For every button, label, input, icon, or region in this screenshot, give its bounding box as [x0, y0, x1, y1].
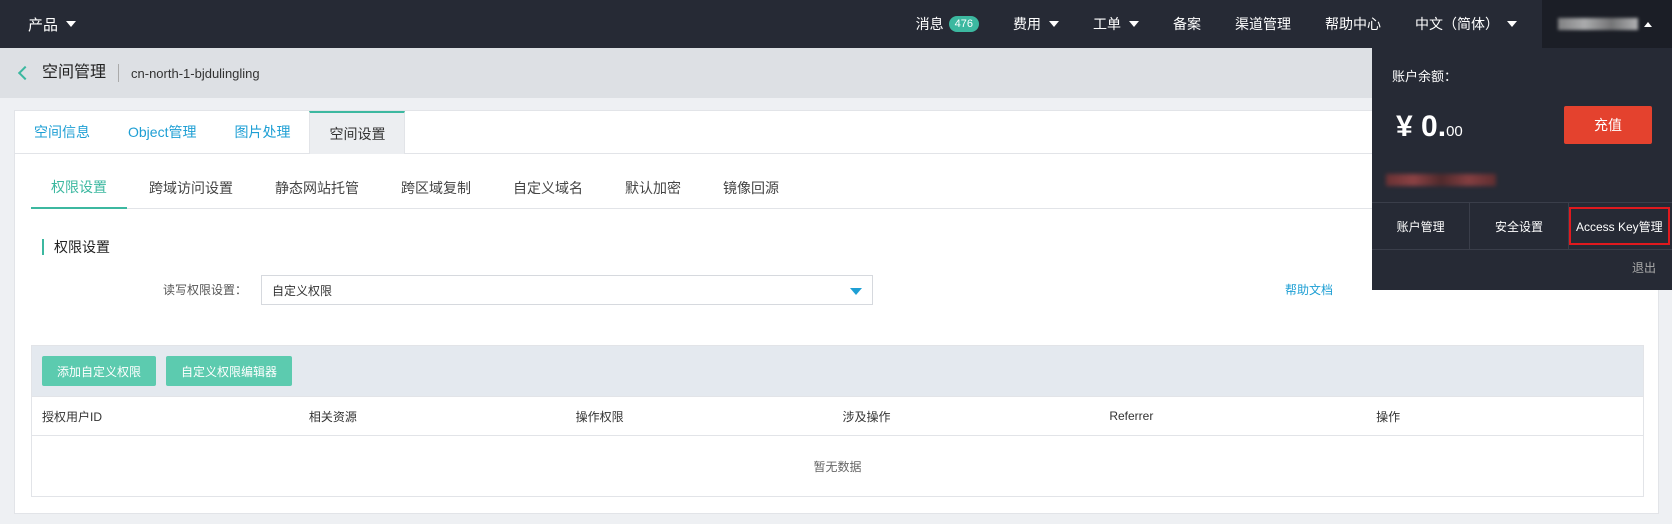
- column-header: 涉及操作: [842, 409, 891, 424]
- products-menu-label: 产品: [28, 16, 59, 34]
- subtab-cross-region-replication[interactable]: 跨区域复制: [381, 167, 491, 209]
- section-title: 权限设置: [42, 239, 110, 255]
- back-arrow-icon[interactable]: [17, 65, 33, 81]
- permission-selected-value: 自定义权限: [272, 283, 333, 298]
- nav-help-center[interactable]: 帮助中心: [1308, 0, 1398, 48]
- messages-count-badge: 476: [948, 16, 979, 32]
- account-dropdown: 账户余额： ¥ 0.00 充值 账户管理 安全设置 Access Key管理 退…: [1372, 48, 1672, 290]
- nav-billing-label: 费用: [1013, 16, 1041, 32]
- account-links: 账户管理 安全设置 Access Key管理: [1372, 202, 1672, 250]
- chevron-down-icon: [66, 21, 77, 27]
- language-selector[interactable]: 中文（简体）: [1398, 0, 1534, 48]
- account-management-link[interactable]: 账户管理: [1372, 203, 1471, 249]
- security-settings-link[interactable]: 安全设置: [1470, 203, 1569, 249]
- table-empty-state: 暂无数据: [813, 459, 862, 474]
- subtab-custom-domain[interactable]: 自定义域名: [493, 167, 603, 209]
- nav-filing[interactable]: 备案: [1156, 0, 1218, 48]
- language-label: 中文（简体）: [1415, 16, 1499, 32]
- currency-symbol: ¥: [1396, 110, 1413, 143]
- subtab-cors[interactable]: 跨域访问设置: [129, 167, 253, 209]
- column-header: 操作: [1376, 409, 1401, 424]
- permission-select[interactable]: 自定义权限: [261, 275, 873, 305]
- permissions-table: 添加自定义权限 自定义权限编辑器 授权用户ID 相关资源 操作权限 涉及操作 R…: [31, 345, 1644, 497]
- help-docs-link[interactable]: 帮助文档: [1285, 281, 1333, 298]
- nav-channel-label: 渠道管理: [1235, 16, 1291, 32]
- nav-channel[interactable]: 渠道管理: [1218, 0, 1308, 48]
- subtab-static-website[interactable]: 静态网站托管: [255, 167, 379, 209]
- custom-permission-editor-button[interactable]: 自定义权限编辑器: [166, 356, 293, 386]
- subtab-default-encryption[interactable]: 默认加密: [605, 167, 701, 209]
- bucket-name: cn-north-1-bjdulingling: [131, 65, 260, 81]
- column-header: 操作权限: [575, 409, 624, 424]
- add-custom-permission-button[interactable]: 添加自定义权限: [42, 356, 157, 386]
- tab-bucket-settings[interactable]: 空间设置: [309, 111, 406, 154]
- nav-filing-label: 备案: [1173, 16, 1201, 32]
- nav-billing[interactable]: 费用: [996, 0, 1076, 48]
- access-key-management-link[interactable]: Access Key管理: [1568, 207, 1670, 245]
- messages-link[interactable]: 消息 476: [899, 0, 996, 48]
- balance-int: 0.: [1421, 110, 1447, 143]
- nav-tickets[interactable]: 工单: [1076, 0, 1156, 48]
- subtab-permissions[interactable]: 权限设置: [31, 167, 127, 209]
- column-header: Referrer: [1109, 409, 1154, 423]
- permission-label: 读写权限设置：: [163, 283, 248, 297]
- tab-object-management[interactable]: Object管理: [109, 111, 215, 153]
- balance-amount: ¥ 0.00: [1396, 110, 1463, 144]
- redacted-username: [1558, 18, 1638, 30]
- messages-label: 消息: [915, 16, 944, 32]
- balance-decimal: 00: [1446, 123, 1463, 140]
- balance-label: 账户余额：: [1392, 69, 1458, 84]
- chevron-down-icon: [1049, 21, 1059, 27]
- chevron-down-icon: [850, 288, 862, 295]
- logout-link[interactable]: 退出: [1632, 259, 1656, 276]
- user-account-menu[interactable]: [1542, 0, 1672, 48]
- top-navbar: 产品 消息 476 费用 工单 备案 渠道管理 帮助中心 中文（简体）: [0, 0, 1672, 48]
- nav-tickets-label: 工单: [1093, 16, 1121, 32]
- nav-help-center-label: 帮助中心: [1325, 16, 1381, 32]
- chevron-down-icon: [1507, 21, 1517, 27]
- column-header: 授权用户ID: [42, 409, 103, 424]
- subtab-mirror-origin[interactable]: 镜像回源: [703, 167, 799, 209]
- recharge-button[interactable]: 充值: [1564, 106, 1652, 144]
- navbar-right: 消息 476 费用 工单 备案 渠道管理 帮助中心 中文（简体）: [899, 0, 1672, 48]
- table-toolbar: 添加自定义权限 自定义权限编辑器: [32, 346, 1643, 396]
- table-header: 授权用户ID 相关资源 操作权限 涉及操作 Referrer 操作: [32, 396, 1643, 436]
- redacted-account-info: [1386, 174, 1496, 186]
- tab-bucket-info[interactable]: 空间信息: [15, 111, 109, 153]
- page-title: 空间管理: [42, 64, 120, 82]
- chevron-down-icon: [1129, 21, 1139, 27]
- tab-image-processing[interactable]: 图片处理: [215, 111, 309, 153]
- products-menu[interactable]: 产品: [28, 0, 77, 48]
- column-header: 相关资源: [308, 409, 357, 424]
- chevron-up-icon: [1644, 21, 1652, 27]
